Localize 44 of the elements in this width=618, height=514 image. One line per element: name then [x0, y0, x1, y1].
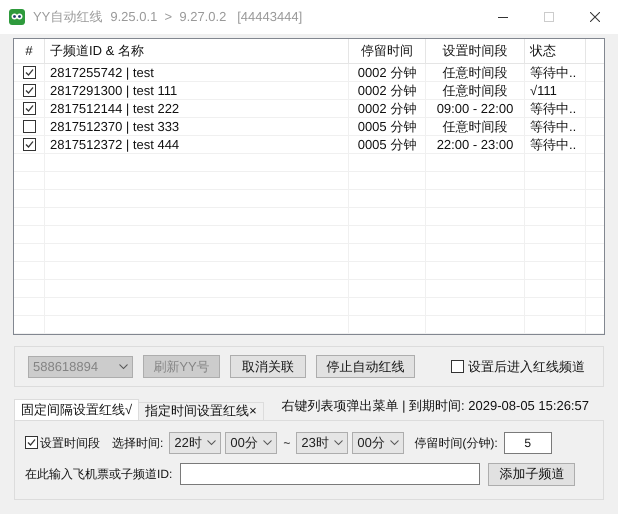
button[interactable]: 停止自动红线 [316, 355, 415, 378]
table-cell: 2817512372 | test 444 [45, 136, 349, 153]
table-cell: 2817255742 | test [45, 64, 349, 81]
table-cell: 09:00 - 22:00 [426, 100, 525, 117]
stay-input-field[interactable]: 5 [504, 432, 552, 454]
table-cell: 2817512144 | test 222 [45, 100, 349, 117]
table-cell: 22:00 - 23:00 [426, 136, 525, 153]
id-label: 在此输入飞机票或子频道ID: [25, 466, 172, 483]
table-cell: 等待中.. [525, 136, 586, 153]
hour-dropdown[interactable]: 23时 [296, 432, 348, 454]
stay-label: 停留时间(分钟): [414, 434, 498, 452]
table-cell: 0002 分钟 [349, 100, 426, 117]
table-cell: 0002 分钟 [349, 82, 426, 99]
column-header[interactable]: 状态 [525, 39, 586, 63]
checkbox-label: 设置后进入红线频道 [468, 358, 585, 376]
checkbox-label: 设置时间段 [40, 434, 100, 452]
version-text: 9.25.0.1 > 9.27.0.2 [44443444] [110, 8, 302, 26]
column-header[interactable]: # [14, 39, 45, 63]
tilde-text: ~ [283, 434, 290, 452]
table-cell: 任意时间段 [426, 82, 525, 99]
table-cell: 0002 分钟 [349, 64, 426, 81]
minute-dropdown[interactable]: 00分 [352, 432, 404, 454]
minute-dropdown[interactable]: 00分 [225, 432, 278, 454]
table-cell: 等待中.. [525, 64, 586, 81]
expiry-info: 右键列表项弹出菜单 | 到期时间: 2029-08-05 15:26:57 [281, 397, 589, 415]
table-cell: 0005 分钟 [349, 136, 426, 153]
time-label: 选择时间: [112, 434, 164, 452]
button[interactable]: 添加子频道 [488, 462, 576, 486]
table-cell: 任意时间段 [426, 118, 525, 135]
hour-dropdown[interactable]: 22时 [169, 432, 222, 454]
table-cell: 0005 分钟 [349, 118, 426, 135]
table-cell: 2817512370 | test 333 [45, 118, 349, 135]
button[interactable]: 取消关联 [230, 355, 306, 378]
window-title: YY自动红线 [33, 8, 102, 26]
table-cell: 2817291300 | test 111 [45, 82, 349, 99]
tab[interactable]: 指定时间设置红线× [138, 402, 264, 420]
table-cell: √111 [525, 82, 586, 99]
table-cell: 任意时间段 [426, 64, 525, 81]
table-cell: 等待中.. [525, 100, 586, 117]
table-cell: 等待中.. [525, 118, 586, 135]
column-header[interactable]: 子频道ID & 名称 [45, 39, 349, 63]
column-header[interactable]: 设置时间段 [426, 39, 525, 63]
column-header[interactable]: 停留时间 [349, 39, 426, 63]
tab[interactable]: 固定间隔设置红线√ [14, 398, 140, 420]
